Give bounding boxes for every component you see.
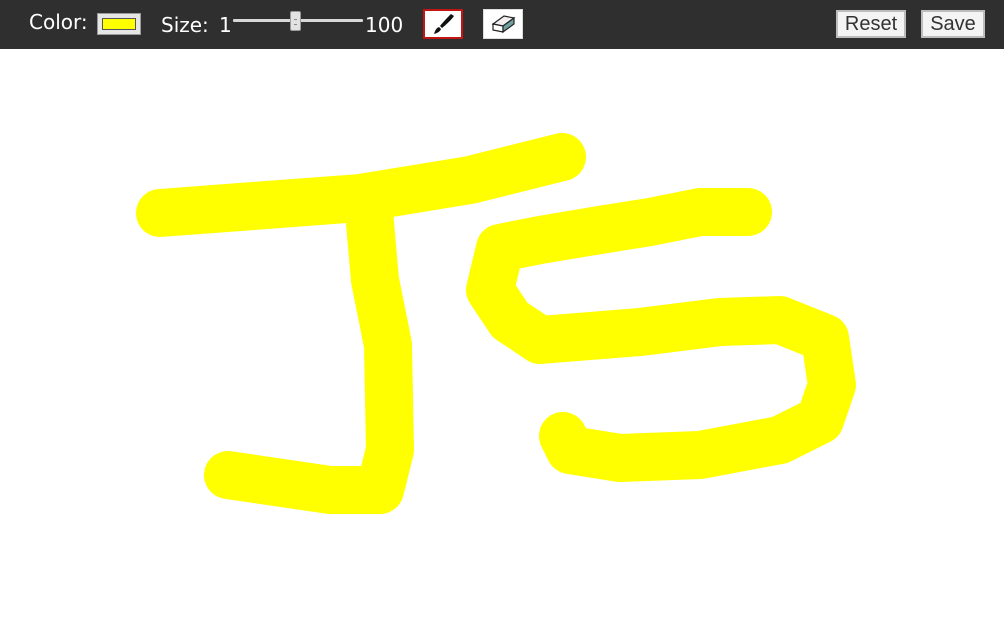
color-swatch — [102, 18, 136, 30]
stroke-s-bottom — [516, 296, 856, 482]
eraser-tool-button[interactable] — [483, 9, 523, 39]
eraser-icon — [491, 15, 516, 34]
stroke-j-stem — [204, 176, 414, 514]
size-slider-thumb[interactable] — [290, 11, 301, 31]
color-picker-button[interactable] — [97, 13, 141, 35]
reset-button[interactable]: Reset — [836, 10, 906, 38]
size-label: Size: — [161, 13, 209, 37]
drawing-canvas[interactable] — [0, 49, 1004, 628]
brush-tool-button[interactable] — [423, 9, 463, 39]
brush-icon — [434, 14, 454, 34]
color-label: Color: — [29, 10, 88, 34]
toolbar: Color: Size: 1 100 Reset Save — [0, 0, 1004, 49]
canvas-drawing — [136, 133, 856, 514]
size-max-label: 100 — [365, 13, 404, 37]
size-min-label: 1 — [219, 13, 232, 37]
save-button[interactable]: Save — [921, 10, 985, 38]
